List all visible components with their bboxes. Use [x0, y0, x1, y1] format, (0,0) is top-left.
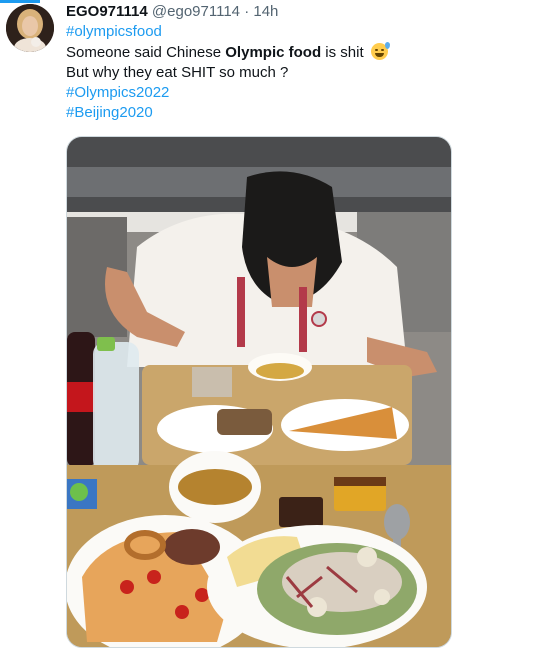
tweet-photo[interactable] [66, 136, 452, 648]
tweet-line-1: #olympicsfood [66, 22, 162, 42]
hashtag-beijing2020[interactable]: #Beijing2020 [66, 104, 153, 121]
tweet-line-4: #Olympics2022 [66, 83, 169, 103]
tweet-header: EGO971114 @ego971114 · 14h [66, 2, 278, 22]
food-photo-image [67, 137, 451, 647]
tweet-line-5: #Beijing2020 [66, 103, 153, 123]
tweet-line-3: But why they eat SHIT so much ? [66, 63, 288, 83]
display-name[interactable]: EGO971114 [66, 3, 148, 20]
user-handle[interactable]: @ego971114 [152, 3, 240, 20]
avatar-image [6, 4, 54, 52]
tweet-text-bold: Olympic food [225, 44, 322, 61]
tweet-line-2: Someone said Chinese Olympic food is shi… [66, 42, 390, 63]
top-accent-bar [0, 0, 40, 3]
tweet-text-prefix: Someone said Chinese [66, 44, 226, 61]
header-separator: · [244, 3, 250, 20]
avatar[interactable] [6, 4, 54, 52]
timestamp[interactable]: 14h [253, 3, 278, 20]
sweat-smile-emoji-icon [370, 42, 390, 60]
hashtag-olympicsfood[interactable]: #olympicsfood [66, 23, 162, 40]
hashtag-olympics2022[interactable]: #Olympics2022 [66, 84, 169, 101]
tweet-text-suffix: is shit [321, 44, 364, 61]
tweet-text-line-2: But why they eat SHIT so much ? [66, 64, 289, 81]
